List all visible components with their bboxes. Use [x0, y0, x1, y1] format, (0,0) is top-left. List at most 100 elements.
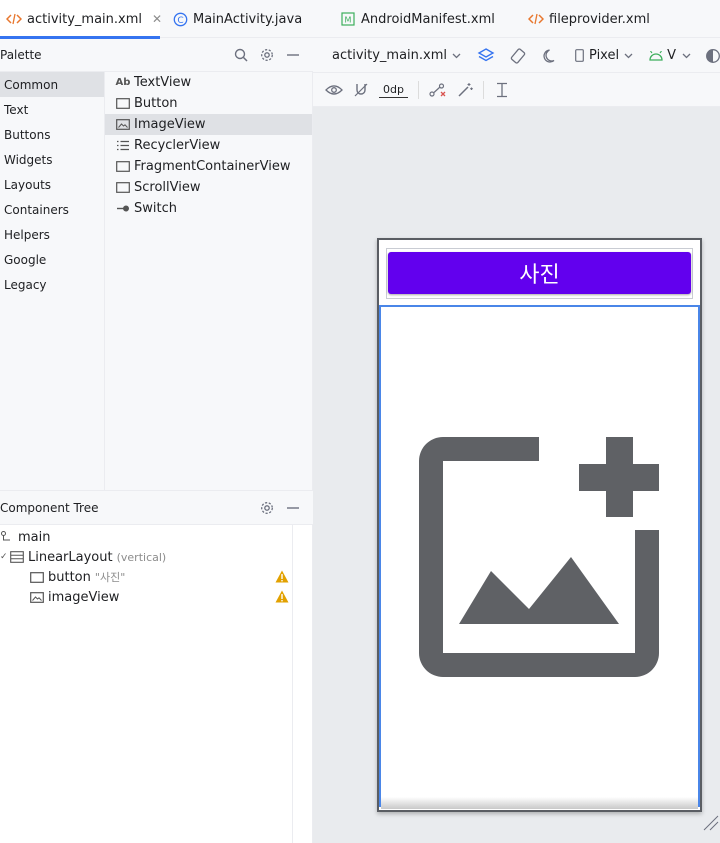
switch-icon — [115, 202, 131, 216]
tab-fileprovider[interactable]: fileprovider.xml — [516, 0, 660, 38]
widget-label: ScrollView — [134, 180, 201, 195]
baseline-icon[interactable] — [494, 82, 510, 98]
category-label: Helpers — [4, 227, 50, 242]
component-tree-header: Component Tree — [0, 490, 313, 525]
category-google[interactable]: Google — [0, 247, 104, 272]
magic-wand-icon[interactable] — [457, 82, 473, 98]
tab-label: AndroidManifest.xml — [361, 11, 495, 27]
linearlayout-icon — [10, 550, 24, 564]
gear-icon[interactable] — [259, 47, 275, 63]
category-layouts[interactable]: Layouts — [0, 172, 104, 197]
layout-file-label: activity_main.xml — [332, 48, 448, 63]
add-photo-icon — [419, 437, 659, 677]
imageview-icon — [115, 118, 131, 132]
imageview-preview[interactable] — [379, 305, 700, 807]
widget-label: FragmentContainerView — [134, 159, 291, 174]
tab-label: activity_main.xml — [27, 11, 143, 27]
tree-node-main[interactable]: main — [0, 527, 50, 547]
chevron-down-icon — [624, 53, 633, 59]
category-helpers[interactable]: Helpers — [0, 222, 104, 247]
warning-icon[interactable] — [275, 570, 289, 583]
category-containers[interactable]: Containers — [0, 197, 104, 222]
category-widgets[interactable]: Widgets — [0, 147, 104, 172]
category-text[interactable]: Text — [0, 97, 104, 122]
widget-scrollview[interactable]: ScrollView — [105, 177, 312, 198]
fragment-icon — [115, 160, 131, 174]
widget-label: RecyclerView — [134, 138, 221, 153]
night-mode-icon[interactable] — [543, 48, 559, 64]
widget-label: ImageView — [134, 117, 206, 132]
svg-text:M: M — [345, 16, 352, 25]
tree-node-button[interactable]: button "사진" — [30, 567, 125, 587]
tree-node-linearlayout[interactable]: ✓ LinearLayout (vertical) — [0, 547, 166, 567]
category-label: Text — [4, 102, 29, 117]
clear-constraints-icon[interactable] — [429, 82, 447, 98]
tree-divider — [292, 525, 293, 843]
tree-node-imageview[interactable]: imageView — [30, 587, 119, 607]
widget-fragmentcontainerview[interactable]: FragmentContainerView — [105, 156, 312, 177]
rotate-icon[interactable] — [509, 47, 527, 65]
palette-categories: Common Text Buttons Widgets Layouts Cont… — [0, 72, 105, 490]
category-label: Containers — [4, 202, 69, 217]
device-dropdown[interactable]: Pixel — [575, 39, 633, 73]
design-toolbar: activity_main.xml Pixel V — [313, 39, 720, 73]
gear-icon[interactable] — [259, 500, 275, 516]
palette-widget-list: Ab TextView Button ImageView RecyclerVie… — [105, 72, 313, 490]
api-level-dropdown[interactable]: V — [649, 39, 691, 73]
category-legacy[interactable]: Legacy — [0, 272, 104, 297]
widget-button[interactable]: Button — [105, 93, 312, 114]
photo-button-preview[interactable]: 사진 — [388, 252, 691, 294]
tab-activity-main[interactable]: activity_main.xml ✕ — [0, 0, 162, 39]
tree-node-label: button — [48, 569, 91, 585]
button-icon — [30, 570, 44, 584]
magnet-icon[interactable] — [353, 82, 369, 98]
layers-icon[interactable] — [477, 47, 495, 65]
chevron-down-icon[interactable]: ✓ — [0, 552, 10, 562]
resize-handle-icon[interactable] — [700, 812, 720, 832]
android-icon — [649, 50, 663, 61]
minimize-icon[interactable] — [285, 500, 301, 516]
preview-bottom-edge — [381, 797, 698, 809]
minimize-icon[interactable] — [285, 47, 301, 63]
tree-node-label: LinearLayout — [28, 549, 113, 565]
toolbar-separator — [417, 80, 419, 99]
category-label: Buttons — [4, 127, 51, 142]
theme-icon[interactable] — [705, 48, 720, 64]
api-level-label: V — [667, 48, 676, 63]
textview-icon: Ab — [115, 77, 131, 88]
search-icon[interactable] — [233, 47, 249, 63]
category-label: Common — [4, 77, 59, 92]
widget-switch[interactable]: Switch — [105, 198, 312, 219]
widget-textview[interactable]: Ab TextView — [105, 72, 312, 93]
category-common[interactable]: Common — [0, 72, 104, 97]
widget-label: Button — [134, 96, 178, 111]
tree-node-hint: "사진" — [94, 571, 126, 584]
tree-node-label: main — [18, 529, 51, 545]
root-node-icon — [0, 530, 14, 544]
xml-icon — [6, 11, 22, 27]
tree-node-hint: (vertical) — [116, 550, 167, 564]
component-tree-title: Component Tree — [0, 500, 99, 515]
palette-title: Palette — [0, 48, 42, 62]
warning-icon[interactable] — [275, 590, 289, 603]
category-label: Legacy — [4, 277, 47, 292]
button-icon — [115, 97, 131, 111]
toolbar-separator — [482, 80, 484, 99]
design-toolbar-secondary: 0dp — [313, 73, 720, 107]
widget-imageview[interactable]: ImageView — [105, 114, 312, 135]
phone-icon — [575, 49, 584, 62]
tab-android-manifest[interactable]: M AndroidManifest.xml — [326, 0, 516, 38]
default-margin-field[interactable]: 0dp — [379, 82, 408, 98]
scrollview-icon — [115, 181, 131, 195]
eye-icon[interactable] — [325, 83, 343, 97]
category-label: Google — [4, 252, 47, 267]
category-label: Layouts — [4, 177, 52, 192]
palette-header: Palette — [0, 39, 313, 72]
class-icon: C — [172, 11, 188, 27]
widget-label: Switch — [134, 201, 177, 216]
layout-file-dropdown[interactable]: activity_main.xml — [332, 39, 461, 73]
widget-recyclerview[interactable]: RecyclerView — [105, 135, 312, 156]
manifest-icon: M — [340, 11, 356, 27]
category-buttons[interactable]: Buttons — [0, 122, 104, 147]
tab-main-activity[interactable]: C MainActivity.java — [160, 0, 326, 38]
